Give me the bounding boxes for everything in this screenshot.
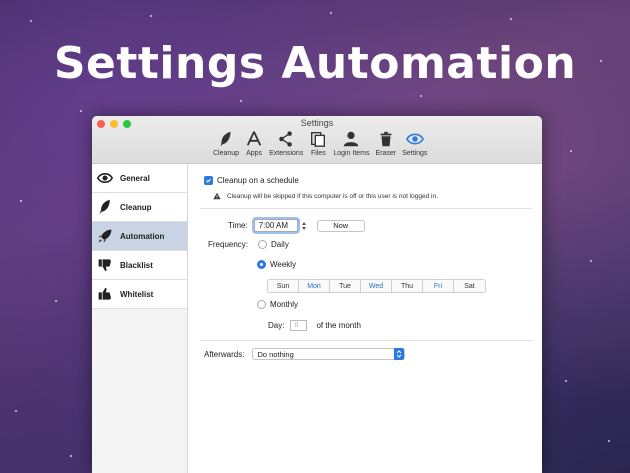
cleanup-schedule-checkbox[interactable]	[204, 176, 213, 185]
feather-icon	[99, 199, 110, 215]
sidebar: General Cleanup Automation Blacklist Whi…	[92, 164, 188, 473]
day-sat[interactable]: Sat	[454, 280, 485, 292]
window-title: Settings	[300, 118, 334, 128]
sidebar-item-cleanup[interactable]: Cleanup	[92, 193, 187, 222]
toolbar-label: Files	[310, 150, 326, 157]
toolbar-label: Cleanup	[213, 150, 240, 157]
time-field[interactable]: 7:00 AM	[253, 219, 298, 232]
toolbar-eraser[interactable]: Eraser	[373, 130, 400, 157]
sidebar-item-blacklist[interactable]: Blacklist	[92, 251, 187, 280]
weekly-radio[interactable]	[257, 260, 266, 269]
monthly-radio[interactable]	[257, 300, 266, 309]
sidebar-item-label: Blacklist	[120, 260, 153, 270]
now-button[interactable]: Now	[316, 219, 365, 232]
daily-radio[interactable]	[258, 240, 268, 249]
eye-icon	[405, 133, 424, 145]
hero-title: Settings Automation	[53, 38, 577, 89]
afterwards-select[interactable]: Do nothing	[252, 348, 406, 360]
day-of-month-field[interactable]: 0	[290, 320, 308, 331]
day-fri[interactable]: Fri	[423, 280, 454, 292]
files-icon	[311, 132, 326, 147]
automation-panel: Cleanup on a schedule Cleanup will be sk…	[188, 164, 542, 473]
day-label: Day:	[268, 321, 285, 330]
thumbs-up-icon	[98, 287, 111, 300]
toolbar-label: Extensions	[269, 150, 304, 157]
divider	[200, 340, 532, 341]
day-sun[interactable]: Sun	[268, 280, 299, 292]
sidebar-item-label: General	[120, 173, 150, 183]
warning-icon	[213, 192, 221, 200]
settings-window: Settings Cleanup Apps Extensions Files L…	[92, 116, 542, 473]
schedule-warning: Cleanup will be skipped if this computer…	[227, 192, 438, 200]
sidebar-item-automation[interactable]: Automation	[92, 222, 187, 251]
select-arrows-icon	[394, 348, 405, 360]
apps-icon	[246, 131, 262, 146]
toolbar-label: Apps	[246, 150, 263, 157]
toolbar-files[interactable]: Files	[306, 130, 330, 157]
sidebar-item-label: Automation	[120, 231, 165, 241]
time-stepper[interactable]	[301, 220, 307, 232]
toolbar-login-items[interactable]: Login Items	[330, 130, 372, 157]
toolbar-label: Eraser	[375, 150, 397, 157]
toolbar-label: Login Items	[333, 150, 370, 157]
sidebar-item-label: Whitelist	[120, 289, 154, 299]
stepper-arrows-icon	[301, 221, 306, 230]
share-icon	[279, 131, 293, 147]
weekday-selector: Sun Mon Tue Wed Thu Fri Sat	[267, 279, 486, 293]
sidebar-item-general[interactable]: General	[92, 164, 187, 193]
rocket-icon	[98, 229, 112, 243]
toolbar-extensions[interactable]: Extensions	[266, 130, 306, 157]
toolbar-cleanup[interactable]: Cleanup	[210, 130, 242, 157]
user-icon	[344, 131, 359, 147]
trash-icon	[380, 131, 392, 147]
of-the-month-label: of the month	[316, 321, 361, 330]
time-label: Time:	[228, 221, 248, 230]
day-wed[interactable]: Wed	[361, 280, 392, 292]
sidebar-item-label: Cleanup	[120, 202, 152, 212]
cleanup-schedule-label: Cleanup on a schedule	[217, 176, 299, 185]
thumbs-down-icon	[98, 259, 111, 272]
monthly-label: Monthly	[270, 300, 299, 309]
toolbar: Cleanup Apps Extensions Files Login Item…	[210, 130, 430, 157]
feather-icon	[220, 131, 231, 147]
window-titlebar: Settings Cleanup Apps Extensions Files L…	[92, 116, 542, 164]
toolbar-label: Settings	[402, 150, 428, 157]
eye-icon	[97, 173, 113, 183]
day-thu[interactable]: Thu	[392, 280, 423, 292]
sidebar-item-whitelist[interactable]: Whitelist	[92, 280, 187, 309]
divider	[200, 208, 532, 209]
frequency-label: Frequency:	[208, 240, 249, 249]
day-tue[interactable]: Tue	[330, 280, 361, 292]
day-mon[interactable]: Mon	[299, 280, 330, 292]
afterwards-label: Afterwards:	[204, 349, 245, 359]
afterwards-value: Do nothing	[257, 349, 294, 359]
checkmark-icon	[206, 178, 211, 183]
toolbar-settings[interactable]: Settings	[399, 130, 430, 157]
toolbar-apps[interactable]: Apps	[242, 130, 266, 157]
daily-label: Daily	[271, 240, 289, 249]
weekly-label: Weekly	[270, 260, 297, 269]
